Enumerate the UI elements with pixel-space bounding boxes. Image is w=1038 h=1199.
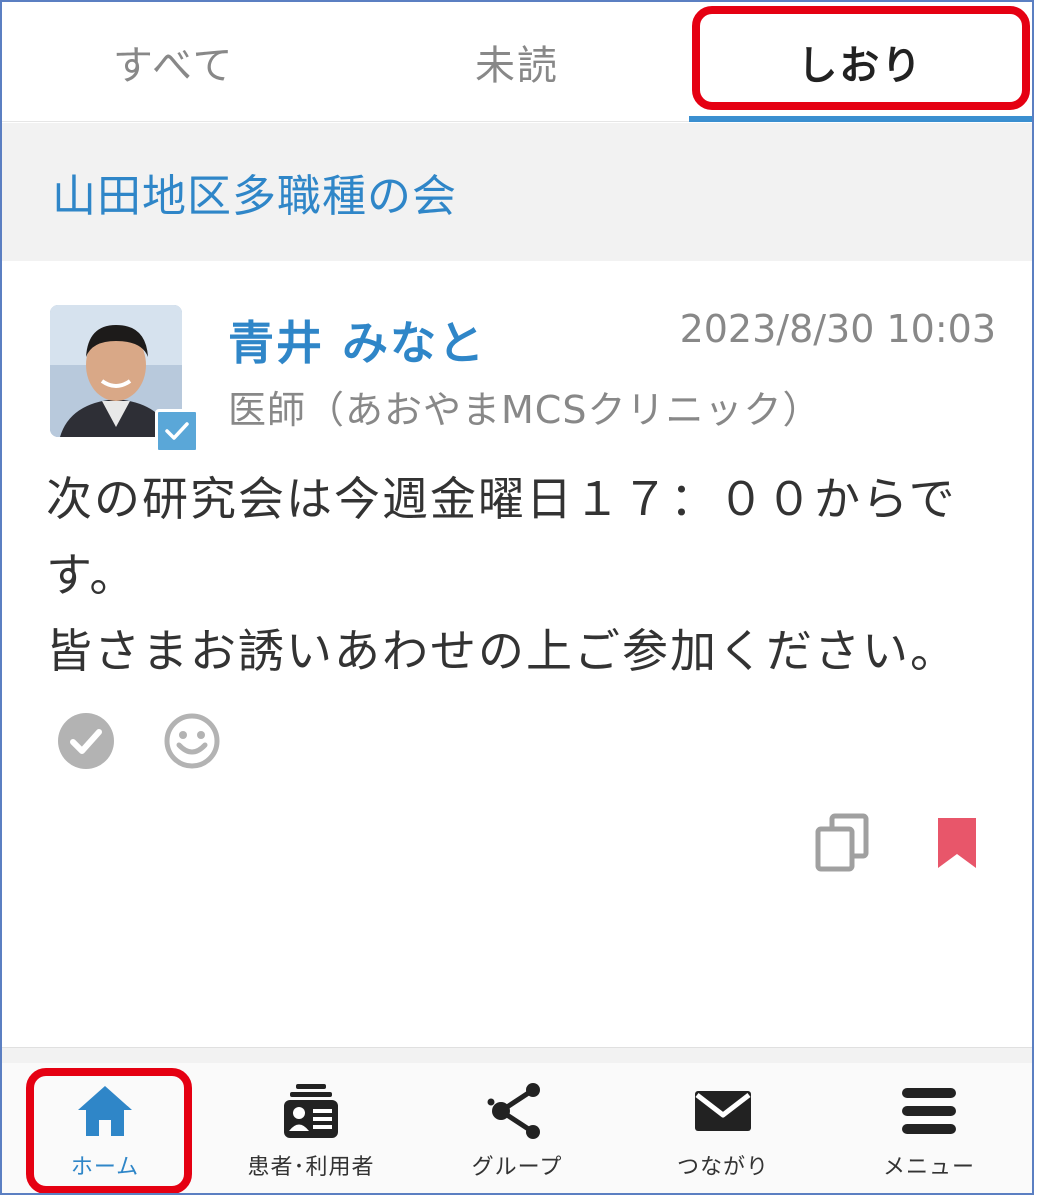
nav-menu[interactable]: メニュー (826, 1063, 1032, 1193)
tab-unread[interactable]: 未読 (345, 2, 688, 121)
nav-connections[interactable]: つながり (620, 1063, 826, 1193)
verified-check-icon (155, 409, 199, 453)
smiley-icon[interactable] (162, 711, 222, 775)
reaction-bar (56, 711, 222, 775)
nav-connections-label: つながり (676, 1155, 769, 1180)
check-circle-icon[interactable] (56, 711, 116, 775)
divider (2, 1047, 1032, 1063)
tab-all-label: すべて (112, 42, 235, 89)
patient-card-icon (276, 1079, 346, 1143)
nav-home[interactable]: ホーム (2, 1063, 208, 1193)
author-name[interactable]: 青井 みなと (228, 307, 486, 373)
post-card: 青井 みなと 医師（あおやまMCSクリニック） 2023/8/30 10:03 … (2, 261, 1032, 1047)
menu-icon (894, 1079, 964, 1143)
nav-home-label: ホーム (70, 1155, 140, 1180)
post-message: 次の研究会は今週金曜日１７：００からです。 皆さまお誘いあわせの上ご参加ください… (46, 472, 958, 678)
nav-menu-label: メニュー (882, 1155, 975, 1180)
nav-patients[interactable]: 患者･利用者 (208, 1063, 414, 1193)
nav-patients-label: 患者･利用者 (247, 1155, 375, 1180)
tab-bookmarks-label: しおり (797, 42, 924, 89)
home-icon (70, 1079, 140, 1143)
nav-groups-label: グループ (471, 1155, 563, 1180)
app-screen: すべて 未読 しおり 山田地区多職種の会 青井 みなと 医師（あおやまMCSクリ… (0, 0, 1034, 1195)
bookmark-icon[interactable] (936, 816, 978, 874)
nav-groups[interactable]: グループ (414, 1063, 620, 1193)
post-timestamp: 2023/8/30 10:03 (679, 307, 996, 351)
bottom-nav: ホーム 患者･利用者 グループ つながり メニュー (2, 1063, 1032, 1193)
group-header[interactable]: 山田地区多職種の会 (2, 123, 1032, 261)
group-title[interactable]: 山田地区多職種の会 (52, 160, 457, 224)
tab-all[interactable]: すべて (2, 2, 345, 121)
tab-bar: すべて 未読 しおり (2, 2, 1032, 122)
copy-icon[interactable] (814, 813, 870, 877)
tab-bookmarks[interactable]: しおり (688, 2, 1032, 122)
post-actions (814, 813, 978, 877)
mail-icon (688, 1079, 758, 1143)
share-icon (482, 1079, 552, 1143)
tab-unread-label: 未読 (474, 42, 559, 89)
author-role: 医師（あおやまMCSクリニック） (228, 388, 822, 432)
